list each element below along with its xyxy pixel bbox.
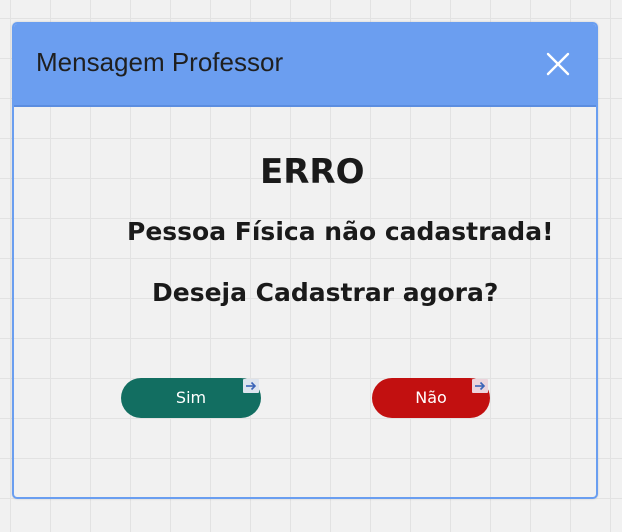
- close-icon: [546, 52, 570, 76]
- sim-button-label: Sim: [175, 388, 207, 407]
- arrow-right-icon: [243, 379, 259, 393]
- close-button[interactable]: [546, 52, 570, 76]
- sim-button[interactable]: Sim: [121, 378, 261, 418]
- message-dialog: Mensagem Professor ERRO Pessoa Física nã…: [12, 22, 598, 499]
- dialog-titlebar: Mensagem Professor: [14, 24, 596, 107]
- dialog-title: Mensagem Professor: [36, 47, 284, 77]
- arrow-right-icon: [472, 379, 488, 393]
- error-heading: ERRO: [260, 152, 365, 192]
- confirm-question: Deseja Cadastrar agora?: [152, 278, 499, 307]
- nao-button[interactable]: Não: [372, 378, 490, 418]
- nao-button-label: Não: [415, 388, 447, 407]
- error-message: Pessoa Física não cadastrada!: [127, 217, 554, 246]
